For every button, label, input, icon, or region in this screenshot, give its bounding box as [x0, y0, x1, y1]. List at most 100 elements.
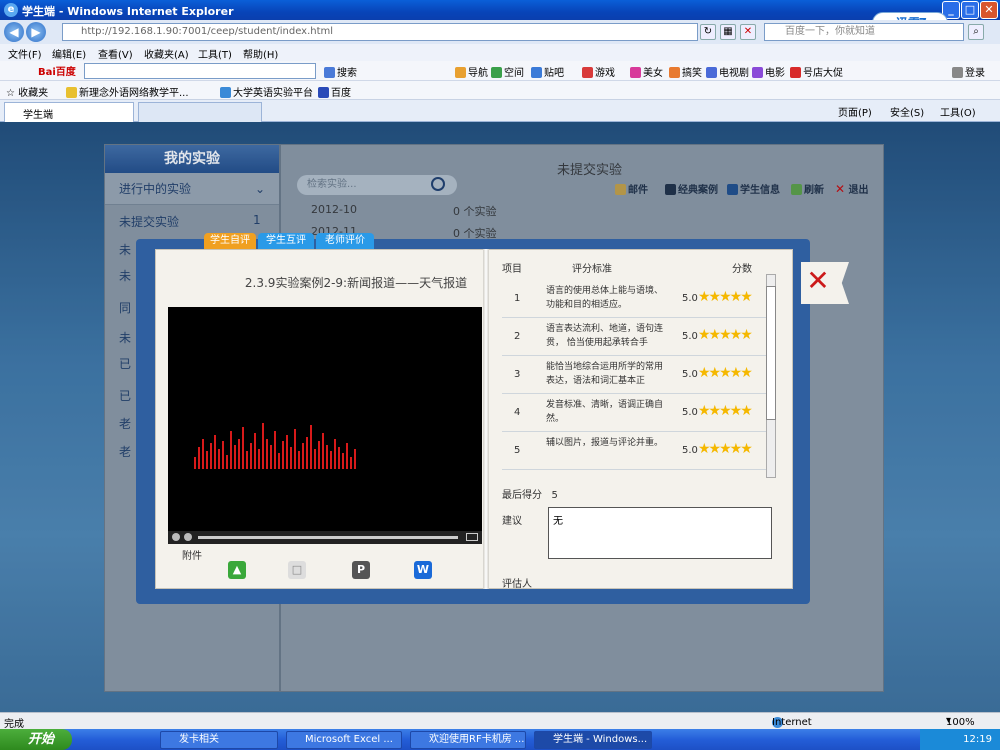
fullscreen-icon[interactable] — [466, 533, 478, 541]
visualizer-bar — [250, 443, 252, 469]
star-rating[interactable]: ★★★★★ — [698, 403, 753, 419]
star-rating[interactable]: ★★★★★ — [698, 441, 753, 457]
task-item[interactable]: Microsoft Excel ... — [286, 731, 402, 749]
tab-teacher-eval[interactable]: 老师评价 — [316, 233, 374, 249]
tab-current[interactable]: 学生端 — [4, 102, 134, 122]
task-item[interactable]: 学生端 - Windows... — [534, 731, 652, 749]
close-icon[interactable]: ✕ — [980, 1, 998, 19]
toolbar-item-tv[interactable]: 电视剧 — [706, 64, 749, 79]
visualizer-bar — [226, 455, 228, 469]
visualizer-bar — [306, 437, 308, 469]
attachment-image-icon[interactable]: ▲ — [228, 561, 246, 579]
tv-icon — [706, 67, 717, 78]
score-row: 3 能恰当地综合运用所学的常用表达，语法和词汇基本正 5.0 ★★★★★ — [502, 356, 768, 394]
url-input[interactable]: http://192.168.1.90:7001/ceep/student/in… — [62, 23, 698, 41]
favorites-button[interactable]: ☆ 收藏夹 — [6, 84, 48, 99]
attachment-doc-icon[interactable]: □ — [288, 561, 306, 579]
search-input[interactable]: 百度一下，你就知道 — [764, 23, 964, 41]
visualizer-bar — [318, 441, 320, 469]
visualizer-bar — [326, 445, 328, 469]
search-icon — [324, 67, 335, 78]
video-controls[interactable] — [168, 531, 482, 544]
attachment-ppt-icon[interactable]: P — [352, 561, 370, 579]
fav-item-2[interactable]: 百度 — [318, 84, 351, 99]
menu-edit[interactable]: 编辑(E) — [52, 46, 86, 61]
refresh-icon[interactable]: ↻ — [700, 24, 716, 40]
visualizer-bar — [302, 443, 304, 469]
menu-favorites[interactable]: 收藏夹(A) — [144, 46, 189, 61]
page-menu[interactable]: 页面(P) — [838, 104, 872, 119]
zoom-level[interactable]: 100% ▾ — [946, 715, 975, 728]
score-criterion: 语言表达流利、地道，语句连贯， 恰当使用起承转合手 — [546, 324, 664, 348]
toolbar-item-space[interactable]: 空间 — [491, 64, 524, 79]
shop-icon — [790, 67, 801, 78]
page-icon — [66, 87, 77, 98]
star-rating[interactable]: ★★★★★ — [698, 289, 753, 305]
user-icon — [952, 67, 963, 78]
compat-icon[interactable]: ▦ — [720, 24, 736, 40]
toolbar-item-movie[interactable]: 电影 — [752, 64, 785, 79]
visualizer-bar — [198, 447, 200, 469]
score-row — [502, 470, 768, 474]
menu-help[interactable]: 帮助(H) — [243, 46, 278, 61]
visualizer-bar — [254, 433, 256, 469]
visualizer-bar — [258, 449, 260, 469]
tools-menu[interactable]: 工具(O) — [940, 104, 976, 119]
maximize-icon[interactable]: □ — [961, 1, 979, 19]
funny-icon — [669, 67, 680, 78]
window-title: 学生端 - Windows Internet Explorer — [22, 5, 234, 18]
visualizer-bar — [230, 431, 232, 469]
favorites-bar: ☆ 收藏夹 新理念外语网络教学平... 大学英语实验平台 百度 — [0, 81, 1000, 100]
stop-icon[interactable]: ✕ — [740, 24, 756, 40]
tab-self-eval[interactable]: 学生自评 — [204, 233, 256, 249]
fav-item-1[interactable]: 大学英语实验平台 — [220, 84, 313, 99]
video-player[interactable] — [168, 307, 482, 531]
score-id: 5 — [514, 445, 521, 456]
visualizer-bar — [338, 447, 340, 469]
toolbar-item-tieba[interactable]: 贴吧 — [531, 64, 564, 79]
system-tray: 12:19 — [920, 729, 1000, 750]
visualizer-bar — [334, 439, 336, 469]
task-item[interactable]: 发卡相关 — [160, 731, 278, 749]
attachment-word-icon[interactable]: W — [414, 561, 432, 579]
safety-menu[interactable]: 安全(S) — [890, 104, 924, 119]
tab-peer-eval[interactable]: 学生互评 — [258, 233, 314, 249]
task-item[interactable]: 欢迎使用RF卡机房 ... — [410, 731, 526, 749]
score-rows: 1 语言的使用总体上能与语境、功能和目的相适应。 5.0 ★★★★★ 2 语言表达流利、地… — [502, 274, 768, 474]
menu-file[interactable]: 文件(F) — [8, 46, 42, 61]
progress-bar[interactable] — [198, 536, 458, 539]
toolbar-item-beauty[interactable]: 美女 — [630, 64, 663, 79]
book-spine — [483, 249, 489, 589]
forward-icon[interactable]: ▶ — [26, 22, 46, 42]
toolbar-item-shop[interactable]: 号店大促 — [790, 64, 843, 79]
fav-item-0[interactable]: 新理念外语网络教学平... — [66, 84, 189, 99]
nav-icon — [455, 67, 466, 78]
evaluator-label: 评估人 — [502, 579, 532, 590]
star-rating[interactable]: ★★★★★ — [698, 327, 753, 343]
audio-visualizer — [194, 423, 356, 469]
scrollbar-thumb[interactable] — [766, 286, 776, 420]
visualizer-bar — [194, 457, 196, 469]
close-icon[interactable]: ✕ — [803, 266, 833, 296]
header-item: 项目 — [502, 264, 522, 275]
tab-new[interactable] — [138, 102, 262, 122]
search-icon[interactable]: ⌕ — [968, 24, 984, 40]
toolbar-item-nav[interactable]: 导航 — [455, 64, 488, 79]
space-icon — [491, 67, 502, 78]
toolbar-item-games[interactable]: 游戏 — [582, 64, 615, 79]
visualizer-bar — [346, 443, 348, 469]
suggestion-field[interactable]: 无 — [548, 507, 772, 559]
toolbar-login[interactable]: 登录 — [952, 64, 985, 79]
menu-tools[interactable]: 工具(T) — [198, 46, 232, 61]
play-icon[interactable] — [172, 533, 180, 541]
toolbar-search-button[interactable]: 搜索 — [324, 64, 357, 79]
star-rating[interactable]: ★★★★★ — [698, 365, 753, 381]
baidu-icon — [318, 87, 329, 98]
visualizer-bar — [278, 453, 280, 469]
start-button[interactable]: 开始 — [0, 729, 72, 750]
stop-icon[interactable] — [184, 533, 192, 541]
menu-view[interactable]: 查看(V) — [98, 46, 133, 61]
back-icon[interactable]: ◀ — [4, 22, 24, 42]
baidu-search-input[interactable] — [84, 63, 316, 79]
toolbar-item-funny[interactable]: 搞笑 — [669, 64, 702, 79]
